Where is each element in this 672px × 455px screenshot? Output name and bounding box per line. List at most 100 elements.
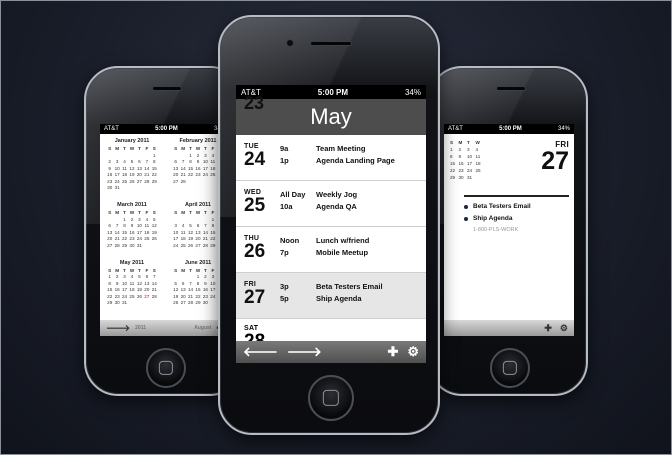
calendar-date[interactable]: 23 [202, 294, 209, 299]
calendar-date[interactable]: 14 [143, 166, 150, 171]
calendar-date[interactable]: 8 [151, 159, 158, 164]
calendar-date[interactable]: 10 [202, 159, 209, 164]
home-button[interactable] [490, 348, 530, 388]
calendar-date[interactable]: 6 [106, 223, 113, 228]
calendar-date[interactable]: 20 [143, 287, 150, 292]
calendar-date[interactable]: 25 [143, 236, 150, 241]
calendar-date[interactable]: 6 [143, 274, 150, 279]
calendar-date[interactable]: 9 [202, 281, 209, 286]
calendar-date[interactable] [187, 179, 194, 184]
calendar-date[interactable] [106, 153, 113, 158]
calendar-date[interactable]: 6 [194, 223, 201, 228]
calendar-date[interactable]: 10 [209, 281, 216, 286]
calendar-date[interactable]: 21 [202, 236, 209, 241]
calendar-date[interactable]: 20 [172, 172, 179, 177]
calendar-date[interactable]: 11 [476, 154, 485, 159]
calendar-date[interactable] [476, 175, 485, 180]
calendar-date[interactable]: 21 [143, 172, 150, 177]
home-button[interactable] [146, 348, 186, 388]
calendar-date[interactable]: 19 [172, 294, 179, 299]
calendar-date[interactable]: 15 [121, 230, 128, 235]
calendar-date[interactable]: 11 [209, 159, 216, 164]
calendar-date[interactable]: 20 [179, 294, 186, 299]
calendar-date[interactable]: 1 [187, 153, 194, 158]
calendar-date[interactable]: 13 [172, 166, 179, 171]
calendar-date[interactable]: 4 [143, 217, 150, 222]
calendar-date[interactable]: 25 [179, 243, 186, 248]
calendar-date[interactable] [172, 274, 179, 279]
calendar-date[interactable]: 4 [179, 223, 186, 228]
month-calendar[interactable]: March 2011 S M T W T F S 1 2 3 4 5 6 7 8 9 10 11 12 13 14 15 16… [106, 202, 158, 248]
calendar-date[interactable]: 27 [136, 179, 143, 184]
calendar-date[interactable]: 31 [113, 185, 120, 190]
calendar-date[interactable]: 2 [128, 217, 135, 222]
calendar-date[interactable]: 22 [194, 294, 201, 299]
calendar-date[interactable]: 1 [151, 153, 158, 158]
forward-arrow-icon[interactable]: 🡒 [106, 323, 130, 334]
calendar-date[interactable]: 3 [121, 274, 128, 279]
calendar-date[interactable] [128, 185, 135, 190]
forward-arrow-icon[interactable]: 🡒 [287, 344, 322, 360]
calendar-date[interactable]: 2 [459, 147, 468, 152]
calendar-date[interactable] [172, 217, 179, 222]
calendar-date[interactable] [187, 217, 194, 222]
calendar-date[interactable]: 14 [187, 287, 194, 292]
calendar-date[interactable]: 30 [128, 243, 135, 248]
month-calendar[interactable]: April 2011SMTWTFS12345678910111213141516… [172, 202, 224, 248]
calendar-date[interactable]: 17 [136, 230, 143, 235]
calendar-date[interactable]: 30 [459, 175, 468, 180]
calendar-date[interactable]: 21 [187, 294, 194, 299]
calendar-date[interactable]: 31 [136, 243, 143, 248]
calendar-date[interactable]: 23 [459, 168, 468, 173]
calendar-date[interactable]: 15 [187, 166, 194, 171]
calendar-date[interactable]: 29 [106, 300, 113, 305]
calendar-date[interactable]: 2 [194, 153, 201, 158]
calendar-date[interactable]: 5 [172, 281, 179, 286]
calendar-date[interactable]: 18 [179, 236, 186, 241]
calendar-date[interactable]: 10 [121, 281, 128, 286]
calendar-date[interactable] [187, 274, 194, 279]
calendar-date[interactable]: 16 [128, 230, 135, 235]
calendar-date[interactable]: 14 [202, 230, 209, 235]
calendar-date[interactable]: 2 [113, 274, 120, 279]
calendar-date[interactable]: 5 [151, 217, 158, 222]
calendar-date[interactable]: 3 [467, 147, 476, 152]
calendar-date[interactable]: 26 [136, 294, 143, 299]
month-calendar[interactable]: June 2011SMTWTFS123456789101112131415161… [172, 260, 224, 306]
calendar-date[interactable]: 12 [187, 230, 194, 235]
calendar-date[interactable]: 30 [113, 300, 120, 305]
agenda-day-row[interactable]: FRI 27 3p 5p Beta Testers Email Ship Agenda [236, 273, 426, 319]
calendar-date[interactable]: 16 [113, 287, 120, 292]
agenda-day-row[interactable]: TUE 24 9a 1p Team Meeting Agenda Landing Page [236, 135, 426, 181]
calendar-date[interactable]: 22 [151, 172, 158, 177]
event-title[interactable]: Team Meeting [316, 143, 418, 155]
calendar-date[interactable]: 18 [128, 287, 135, 292]
calendar-date[interactable]: 27 [106, 243, 113, 248]
calendar-date[interactable] [121, 153, 128, 158]
calendar-date[interactable]: 14 [179, 166, 186, 171]
calendar-date[interactable]: 19 [128, 172, 135, 177]
calendar-date[interactable]: 26 [151, 236, 158, 241]
calendar-date[interactable]: 17 [113, 172, 120, 177]
calendar-date[interactable] [128, 153, 135, 158]
calendar-date[interactable]: 7 [202, 223, 209, 228]
calendar-date[interactable] [209, 300, 216, 305]
calendar-date[interactable]: 6 [172, 159, 179, 164]
calendar-date[interactable]: 17 [172, 236, 179, 241]
calendar-date[interactable]: 21 [151, 287, 158, 292]
calendar-date[interactable]: 24 [467, 168, 476, 173]
calendar-date[interactable]: 13 [136, 166, 143, 171]
calendar-date[interactable] [179, 274, 186, 279]
calendar-date[interactable] [113, 153, 120, 158]
calendar-date[interactable]: 24 [209, 294, 216, 299]
calendar-date[interactable]: 8 [194, 281, 201, 286]
calendar-date[interactable]: 20 [106, 236, 113, 241]
calendar-date[interactable]: 12 [172, 287, 179, 292]
calendar-date[interactable]: 8 [450, 154, 459, 159]
calendar-date[interactable] [202, 217, 209, 222]
calendar-date[interactable]: 16 [202, 287, 209, 292]
calendar-date[interactable]: 22 [450, 168, 459, 173]
calendar-date[interactable] [113, 217, 120, 222]
calendar-date[interactable] [136, 185, 143, 190]
calendar-date[interactable] [143, 300, 150, 305]
